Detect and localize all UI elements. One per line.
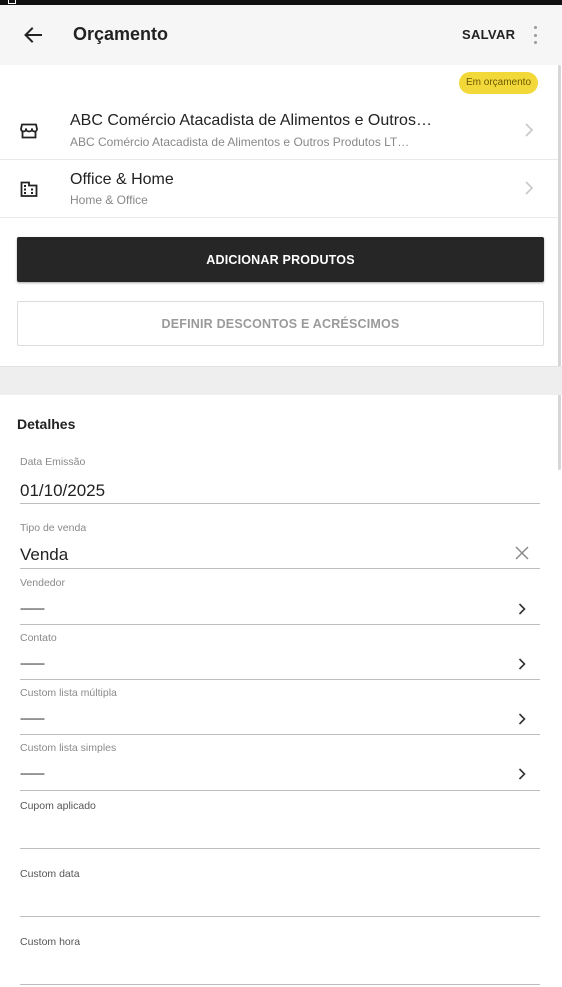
field-value: -------- (20, 711, 45, 725)
field-label: Custom data (20, 868, 80, 880)
field-value: -------- (20, 766, 45, 780)
custom-time-field[interactable]: Custom hora (20, 935, 540, 985)
field-label: Custom hora (20, 936, 81, 948)
field-label: Tipo de venda (20, 522, 87, 534)
section-divider (0, 366, 562, 395)
building-icon (19, 179, 39, 199)
coupon-field[interactable]: Cupom aplicado (20, 799, 540, 849)
open-selector-button[interactable] (514, 656, 530, 672)
field-value: 01/10/2025 (20, 481, 106, 500)
status-indicator (8, 0, 16, 4)
field-label: Custom lista simples (20, 742, 117, 754)
customer-full-name: ABC Comércio Atacadista de Alimentos e O… (70, 135, 410, 149)
field-label: Cupom aplicado (20, 800, 96, 812)
company-row[interactable]: Office & Home Home & Office (0, 160, 558, 218)
scrollbar[interactable] (558, 65, 561, 470)
field-value: -------- (20, 656, 45, 670)
save-button[interactable]: SALVAR (462, 27, 515, 42)
custom-date-field[interactable]: Custom data (20, 867, 540, 917)
field-value: Venda (20, 545, 69, 564)
company-name: Office & Home (70, 171, 174, 188)
sale-type-field[interactable]: Tipo de venda Venda (20, 519, 540, 569)
page-title: Orçamento (73, 24, 169, 44)
field-label: Vendedor (20, 577, 65, 589)
app-bar: Orçamento SALVAR (0, 5, 562, 65)
chevron-right-icon (525, 181, 534, 195)
open-selector-button[interactable] (514, 711, 530, 727)
field-label: Data Emissão (20, 456, 86, 468)
field-label: Contato (20, 632, 57, 644)
chevron-right-icon (525, 123, 534, 137)
customer-row[interactable]: ABC Comércio Atacadista de Alimentos e O… (0, 100, 558, 160)
add-products-button[interactable]: ADICIONAR PRODUTOS (17, 237, 544, 282)
open-selector-button[interactable] (514, 601, 530, 617)
arrow-left-icon (24, 27, 42, 43)
custom-simple-list-field[interactable]: Custom lista simples -------- (20, 740, 540, 791)
status-badge: Em orçamento (459, 72, 539, 94)
store-icon (19, 121, 39, 141)
field-value: -------- (20, 601, 45, 615)
open-selector-button[interactable] (514, 766, 530, 782)
details-title: Detalhes (17, 416, 76, 432)
discounts-button[interactable]: DEFINIR DESCONTOS E ACRÉSCIMOS (17, 301, 544, 346)
close-icon (515, 546, 529, 560)
issue-date-field[interactable]: Data Emissão 01/10/2025 (20, 453, 540, 504)
seller-field[interactable]: Vendedor -------- (20, 575, 540, 625)
custom-multi-list-field[interactable]: Custom lista múltipla -------- (20, 685, 540, 735)
contact-field[interactable]: Contato -------- (20, 630, 540, 680)
field-label: Custom lista múltipla (20, 687, 117, 699)
back-button[interactable] (20, 22, 46, 48)
chevron-right-icon (518, 713, 526, 725)
more-options-icon[interactable] (528, 23, 542, 47)
customer-name: ABC Comércio Atacadista de Alimentos e O… (70, 112, 432, 129)
clear-button[interactable] (514, 545, 530, 561)
company-subtitle: Home & Office (70, 193, 148, 207)
chevron-right-icon (518, 658, 526, 670)
chevron-right-icon (518, 603, 526, 615)
chevron-right-icon (518, 768, 526, 780)
